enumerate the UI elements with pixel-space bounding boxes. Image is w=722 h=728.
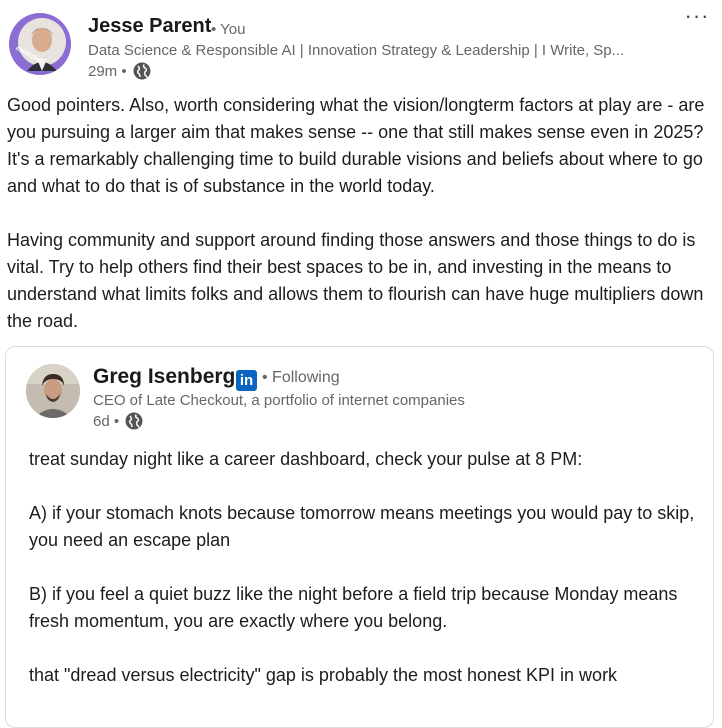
post-paragraph: A) if your stomach knots because tomorro… (29, 503, 695, 550)
shared-author-avatar[interactable] (26, 364, 80, 418)
globe-icon (133, 62, 151, 80)
comment-meta: 29m • (88, 62, 151, 80)
shared-post-meta: 6d • (93, 412, 143, 430)
comment-author-headline: Data Science & Responsible AI | Innovati… (88, 42, 625, 59)
comment-author-name[interactable]: Jesse Parent (88, 15, 211, 38)
post-paragraph: treat sunday night like a career dashboa… (29, 449, 583, 469)
shared-author-name[interactable]: Greg Isenberg (93, 365, 235, 389)
post-paragraph: B) if you feel a quiet buzz like the nig… (29, 584, 678, 631)
comment-paragraph: Good pointers. Also, worth considering w… (7, 95, 705, 196)
shared-post-text: treat sunday night like a career dashboa… (29, 446, 704, 689)
post-paragraph: that "dread versus electricity" gap is p… (29, 665, 618, 685)
globe-icon (125, 412, 143, 430)
comment-paragraph: Having community and support around find… (7, 230, 704, 331)
comment-timestamp: 29m • (88, 62, 127, 80)
shared-post-timestamp: 6d • (93, 412, 120, 430)
shared-author-relation: • Following (262, 369, 340, 386)
comment-author-relation: • You (211, 21, 246, 38)
avatar-photo (26, 364, 80, 418)
comment-text: Good pointers. Also, worth considering w… (7, 92, 712, 335)
more-options-icon[interactable]: ··· (680, 5, 714, 32)
linkedin-icon: in (236, 370, 257, 391)
shared-author-headline: CEO of Late Checkout, a portfolio of int… (93, 392, 465, 409)
